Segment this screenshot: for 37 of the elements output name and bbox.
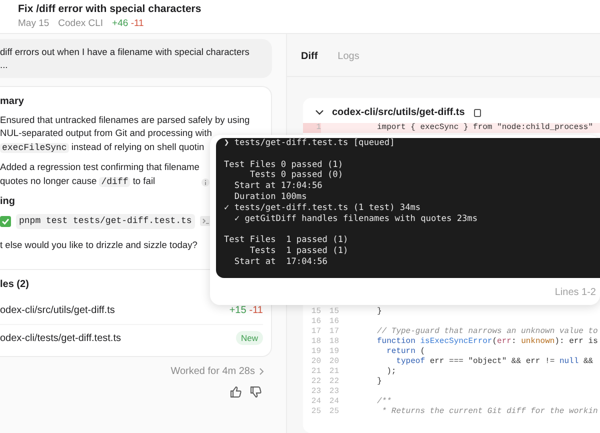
file-path[interactable]: odex-cli/src/utils/get-diff.ts [0,304,115,316]
code-line: 21 21 ); [310,367,398,377]
code-line: 15 15 } [310,307,383,317]
question-text: t else would you like to drizzle and sizzle today? [0,239,198,252]
code-line: 18 18 function isExecSyncError(err: unknown): err is [310,337,599,347]
task-date: May 15 [18,18,50,29]
thumbs-up-icon [230,386,242,398]
test-command: pnpm test tests/get-diff.test.ts [16,214,195,229]
thumbs-down-icon [250,386,262,398]
terminal-icon [200,216,212,226]
copy-icon [472,108,482,118]
code-line: 16 16 [310,317,340,327]
lines-removed: -11 [249,304,263,316]
user-message: diff errors out when I have a filename with special characters ... [0,39,272,78]
task-source: Codex CLI [58,18,104,29]
chevron-right-icon [258,366,264,376]
lines-removed: -11 [130,18,144,29]
section-heading: ing [0,195,15,208]
code-line: 19 19 return ( [310,347,426,357]
bullet-text: Added a regression test confirming that filename quotes no longer cause /diff to fail [0,161,200,188]
section-heading: mary [0,95,24,108]
files-heading: les (2) [0,278,30,290]
tab[interactable]: Diff [301,49,318,63]
lines-added: +46 [112,18,128,29]
code-line: 23 23 [310,387,340,397]
code-line: 22 22 } [310,377,383,387]
code-line: 24 24 /** [310,397,392,407]
code-line: 25 25 * Returns the current Git diff for the workin [310,407,599,417]
code-line: 20 20 typeof err === "object" && err != null && [310,357,594,367]
task-title: Fix /diff error with special characters [18,3,202,15]
terminal-output: ❯ tests/get-diff.test.ts [queued] Test Files 0 passed (1) Tests 0 passed (0) Start at 17:04:56 Duration 100ms ✓ tests/get-diff.test.ts (1 test) 34ms ✓ getGitDiff handles filenames with quotes 23ms Test Files 1 passed (1) Tests 1 passed (1) Start at 17:04:56 [216,138,600,278]
new-badge: New [236,331,263,345]
diff-file-path: codex-cli/src/utils/get-diff.ts [332,107,465,118]
code-line: 17 17 // Type-guard that narrows an unknown value to [310,327,599,337]
lines-added: +15 [229,304,246,316]
file-path[interactable]: odex-cli/tests/get-diff.test.ts [0,332,121,344]
line-range: Lines 1-2 [554,287,596,298]
